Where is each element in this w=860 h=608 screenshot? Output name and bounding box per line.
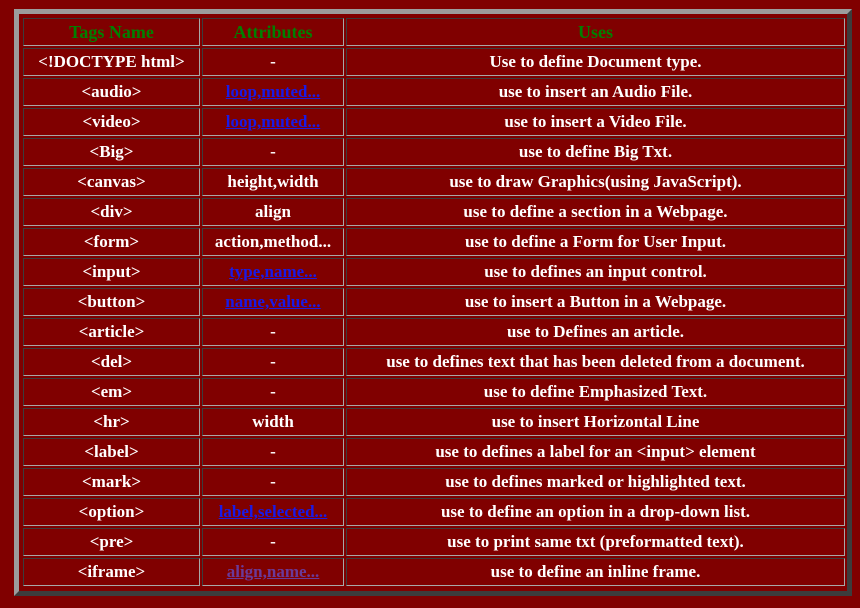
attributes-cell: type,name... bbox=[202, 258, 344, 286]
attributes-link[interactable]: name,value... bbox=[225, 292, 320, 311]
table-row: <mark> - use to defines marked or highligh… bbox=[23, 468, 845, 496]
header-uses: Uses bbox=[346, 18, 845, 46]
attributes-link[interactable]: loop,muted... bbox=[226, 112, 320, 131]
table-row: <em> - use to define Emphasized Text. bbox=[23, 378, 845, 406]
tag-name-cell: <div> bbox=[23, 198, 200, 226]
table-row: <video> loop,muted... use to insert a Vide… bbox=[23, 108, 845, 136]
header-attributes: Attributes bbox=[202, 18, 344, 46]
uses-cell: use to insert Horizontal Line bbox=[346, 408, 845, 436]
table-row: <button> name,value... use to insert a But… bbox=[23, 288, 845, 316]
attributes-cell: action,method... bbox=[202, 228, 344, 256]
tag-name-cell: <hr> bbox=[23, 408, 200, 436]
table-row: <del> - use to defines text that has been … bbox=[23, 348, 845, 376]
tag-name-cell: <form> bbox=[23, 228, 200, 256]
attributes-link[interactable]: label,selected... bbox=[219, 502, 328, 521]
uses-cell: use to draw Graphics(using JavaScript). bbox=[346, 168, 845, 196]
attributes-cell: - bbox=[202, 528, 344, 556]
tag-name-cell: <!DOCTYPE html> bbox=[23, 48, 200, 76]
attributes-cell: align,name... bbox=[202, 558, 344, 586]
tag-name-cell: <em> bbox=[23, 378, 200, 406]
html-tags-table: Tags Name Attributes Uses <!DOCTYPE html… bbox=[21, 16, 847, 588]
attributes-cell: - bbox=[202, 138, 344, 166]
table-row: <option> label,selected... use to define a… bbox=[23, 498, 845, 526]
uses-cell: Use to define Document type. bbox=[346, 48, 845, 76]
uses-cell: use to defines a label for an <input> el… bbox=[346, 438, 845, 466]
tags-table-frame: Tags Name Attributes Uses <!DOCTYPE html… bbox=[14, 9, 852, 596]
uses-cell: use to defines text that has been delete… bbox=[346, 348, 845, 376]
attributes-cell: height,width bbox=[202, 168, 344, 196]
uses-cell: use to defines marked or highlighted tex… bbox=[346, 468, 845, 496]
tag-name-cell: <label> bbox=[23, 438, 200, 466]
table-row: <form> action,method... use to define a Fo… bbox=[23, 228, 845, 256]
attributes-cell: name,value... bbox=[202, 288, 344, 316]
attributes-cell: - bbox=[202, 348, 344, 376]
table-row: <div> align use to define a section in a W… bbox=[23, 198, 845, 226]
header-tags-name: Tags Name bbox=[23, 18, 200, 46]
tag-name-cell: <video> bbox=[23, 108, 200, 136]
attributes-cell: label,selected... bbox=[202, 498, 344, 526]
attributes-link[interactable]: loop,muted... bbox=[226, 82, 320, 101]
attributes-link[interactable]: type,name... bbox=[229, 262, 317, 281]
tag-name-cell: <Big> bbox=[23, 138, 200, 166]
uses-cell: use to define a section in a Webpage. bbox=[346, 198, 845, 226]
uses-cell: use to define Big Txt. bbox=[346, 138, 845, 166]
attributes-cell: align bbox=[202, 198, 344, 226]
table-row: <canvas> height,width use to draw Graphics… bbox=[23, 168, 845, 196]
tag-name-cell: <iframe> bbox=[23, 558, 200, 586]
attributes-cell: - bbox=[202, 378, 344, 406]
attributes-cell: loop,muted... bbox=[202, 78, 344, 106]
uses-cell: use to define an inline frame. bbox=[346, 558, 845, 586]
table-row: <pre> - use to print same txt (preformatte… bbox=[23, 528, 845, 556]
attributes-cell: - bbox=[202, 438, 344, 466]
tag-name-cell: <canvas> bbox=[23, 168, 200, 196]
tag-name-cell: <article> bbox=[23, 318, 200, 346]
tag-name-cell: <option> bbox=[23, 498, 200, 526]
table-row: <!DOCTYPE html> - Use to define Document t… bbox=[23, 48, 845, 76]
uses-cell: use to Defines an article. bbox=[346, 318, 845, 346]
tag-name-cell: <pre> bbox=[23, 528, 200, 556]
uses-cell: use to insert a Video File. bbox=[346, 108, 845, 136]
uses-cell: use to insert a Button in a Webpage. bbox=[346, 288, 845, 316]
attributes-cell: - bbox=[202, 468, 344, 496]
attributes-link[interactable]: align,name... bbox=[227, 562, 320, 581]
table-row: <iframe> align,name... use to define an in… bbox=[23, 558, 845, 586]
table-row: <input> type,name... use to defines an inp… bbox=[23, 258, 845, 286]
attributes-cell: - bbox=[202, 318, 344, 346]
uses-cell: use to define a Form for User Input. bbox=[346, 228, 845, 256]
attributes-cell: loop,muted... bbox=[202, 108, 344, 136]
table-row: <hr> width use to insert Horizontal Line bbox=[23, 408, 845, 436]
table-row: <article> - use to Defines an article. bbox=[23, 318, 845, 346]
uses-cell: use to defines an input control. bbox=[346, 258, 845, 286]
tag-name-cell: <mark> bbox=[23, 468, 200, 496]
table-header-row: Tags Name Attributes Uses bbox=[23, 18, 845, 46]
uses-cell: use to define an option in a drop-down l… bbox=[346, 498, 845, 526]
uses-cell: use to insert an Audio File. bbox=[346, 78, 845, 106]
attributes-cell: - bbox=[202, 48, 344, 76]
table-row: <Big> - use to define Big Txt. bbox=[23, 138, 845, 166]
tag-name-cell: <input> bbox=[23, 258, 200, 286]
attributes-cell: width bbox=[202, 408, 344, 436]
tag-name-cell: <del> bbox=[23, 348, 200, 376]
tag-name-cell: <audio> bbox=[23, 78, 200, 106]
tag-name-cell: <button> bbox=[23, 288, 200, 316]
uses-cell: use to print same txt (preformatted text… bbox=[346, 528, 845, 556]
uses-cell: use to define Emphasized Text. bbox=[346, 378, 845, 406]
table-row: <audio> loop,muted... use to insert an Aud… bbox=[23, 78, 845, 106]
table-row: <label> - use to defines a label for an <i… bbox=[23, 438, 845, 466]
